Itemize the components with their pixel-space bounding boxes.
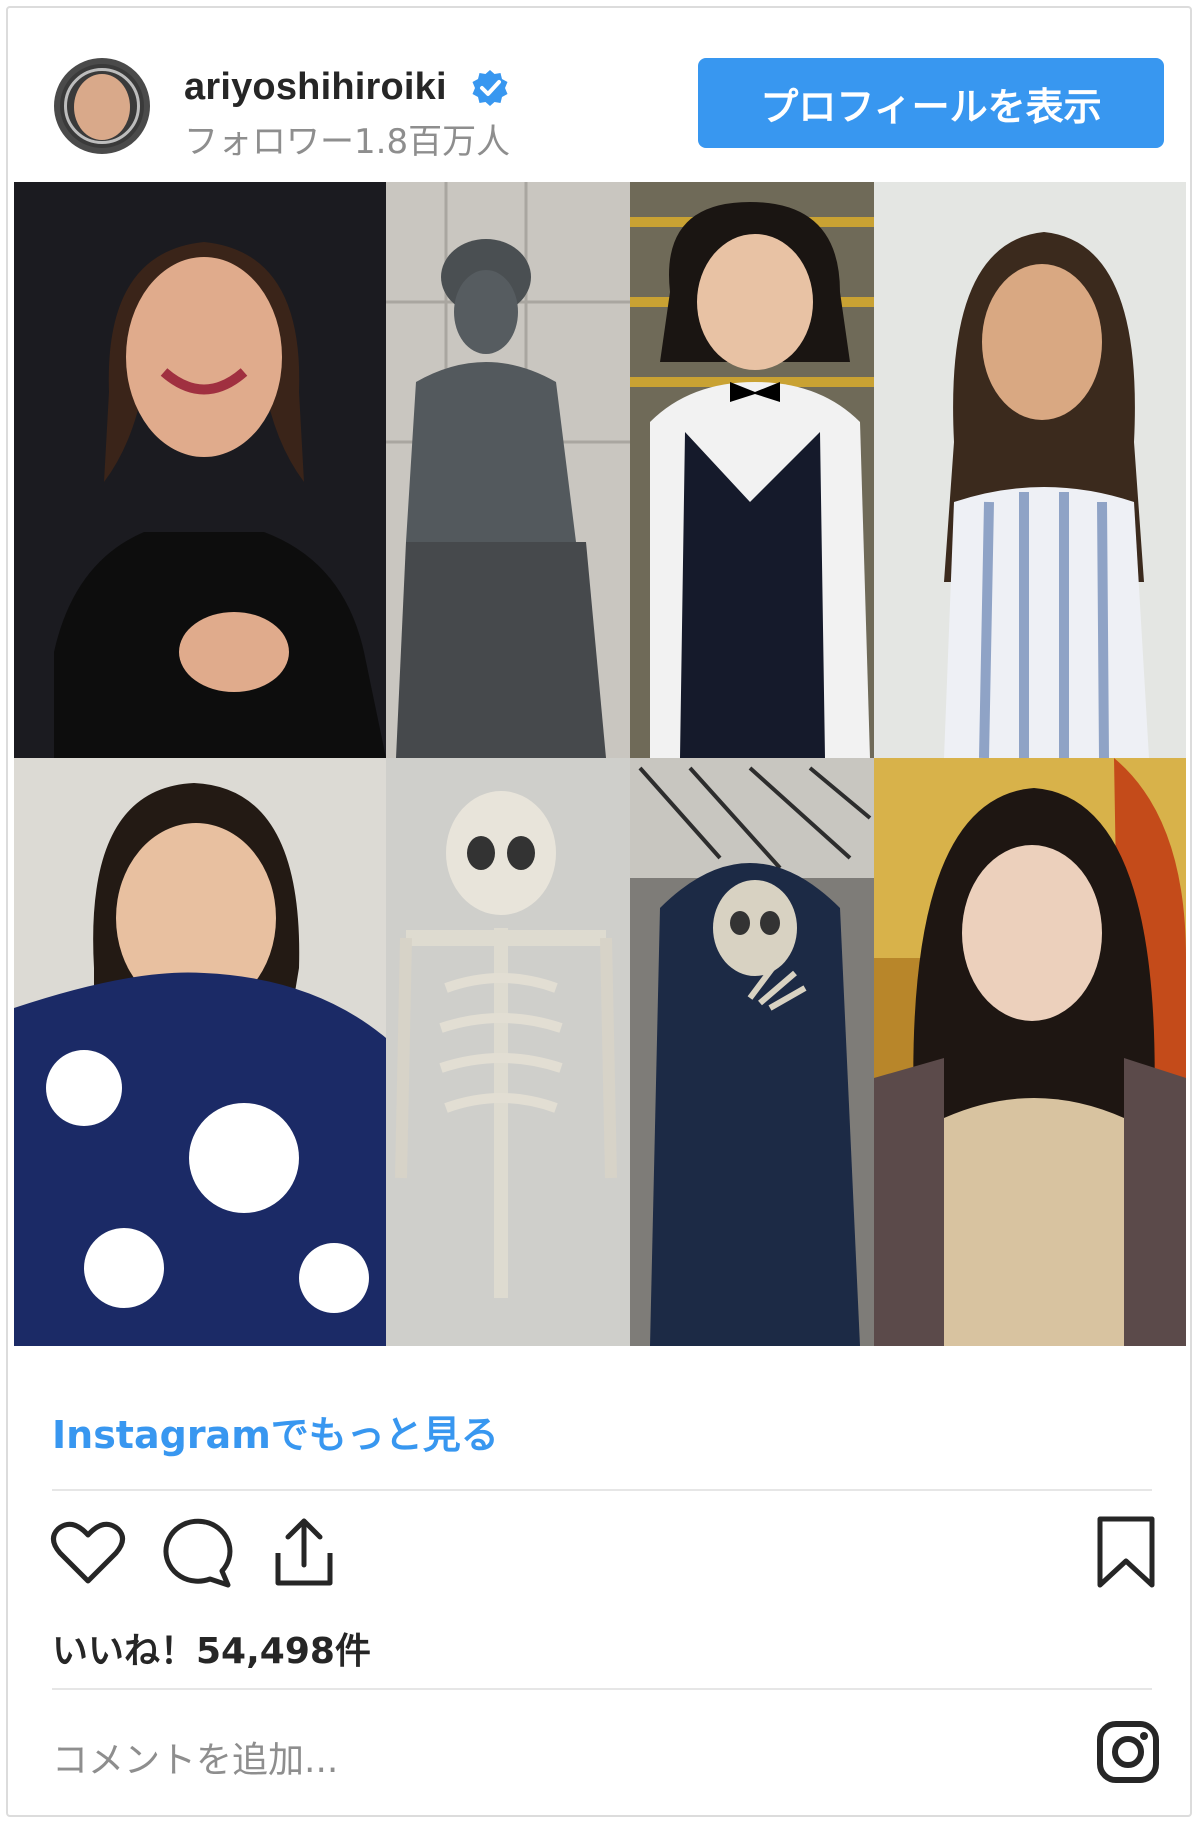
photo-woman-flower-shirt[interactable] <box>14 758 386 1346</box>
photo-man-bowtie-vest-image <box>630 182 874 758</box>
comment-icon[interactable] <box>156 1513 236 1593</box>
photo-woman-striped-dress-image <box>874 182 1186 758</box>
photo-bronze-statue-image <box>386 182 630 758</box>
share-icon[interactable] <box>264 1513 344 1593</box>
bookmark-icon[interactable] <box>1086 1513 1166 1593</box>
avatar[interactable] <box>54 58 150 154</box>
post-image-grid[interactable] <box>14 182 1186 1346</box>
view-more-on-instagram-link[interactable]: Instagramでもっと見る <box>52 1404 499 1459</box>
verified-badge-icon <box>472 70 508 106</box>
like-count: いいね！54,498件 <box>52 1631 371 1672</box>
action-bar <box>8 1513 1190 1603</box>
photo-woman-long-hair-image <box>874 758 1186 1346</box>
divider <box>52 1489 1152 1491</box>
post-header: ariyoshihiroiki フォロワー1.8百万人 プロフィールを表示 <box>8 8 1190 184</box>
photo-skeleton[interactable] <box>386 758 630 1346</box>
photo-woman-black-top[interactable] <box>14 182 386 758</box>
follower-count: フォロワー1.8百万人 <box>184 122 511 162</box>
photo-skeleton-image <box>386 758 630 1346</box>
photo-man-bowtie-vest[interactable] <box>630 182 874 758</box>
username[interactable]: ariyoshihiroiki <box>184 66 447 109</box>
instagram-icon[interactable] <box>1096 1720 1160 1784</box>
instagram-embed-card: ariyoshihiroiki フォロワー1.8百万人 プロフィールを表示 In… <box>6 6 1192 1817</box>
photo-woman-striped-dress[interactable] <box>874 182 1186 758</box>
photo-woman-black-top-image <box>14 182 386 758</box>
add-comment-input[interactable] <box>52 1732 952 1788</box>
heart-icon[interactable] <box>48 1513 128 1593</box>
photo-woman-long-hair[interactable] <box>874 758 1186 1346</box>
divider <box>52 1688 1152 1690</box>
view-profile-button[interactable]: プロフィールを表示 <box>698 58 1164 148</box>
photo-woman-flower-shirt-image <box>14 758 386 1346</box>
photo-bronze-statue[interactable] <box>386 182 630 758</box>
avatar-face <box>74 74 130 140</box>
photo-hooded-skeleton-image <box>630 758 874 1346</box>
photo-hooded-skeleton[interactable] <box>630 758 874 1346</box>
